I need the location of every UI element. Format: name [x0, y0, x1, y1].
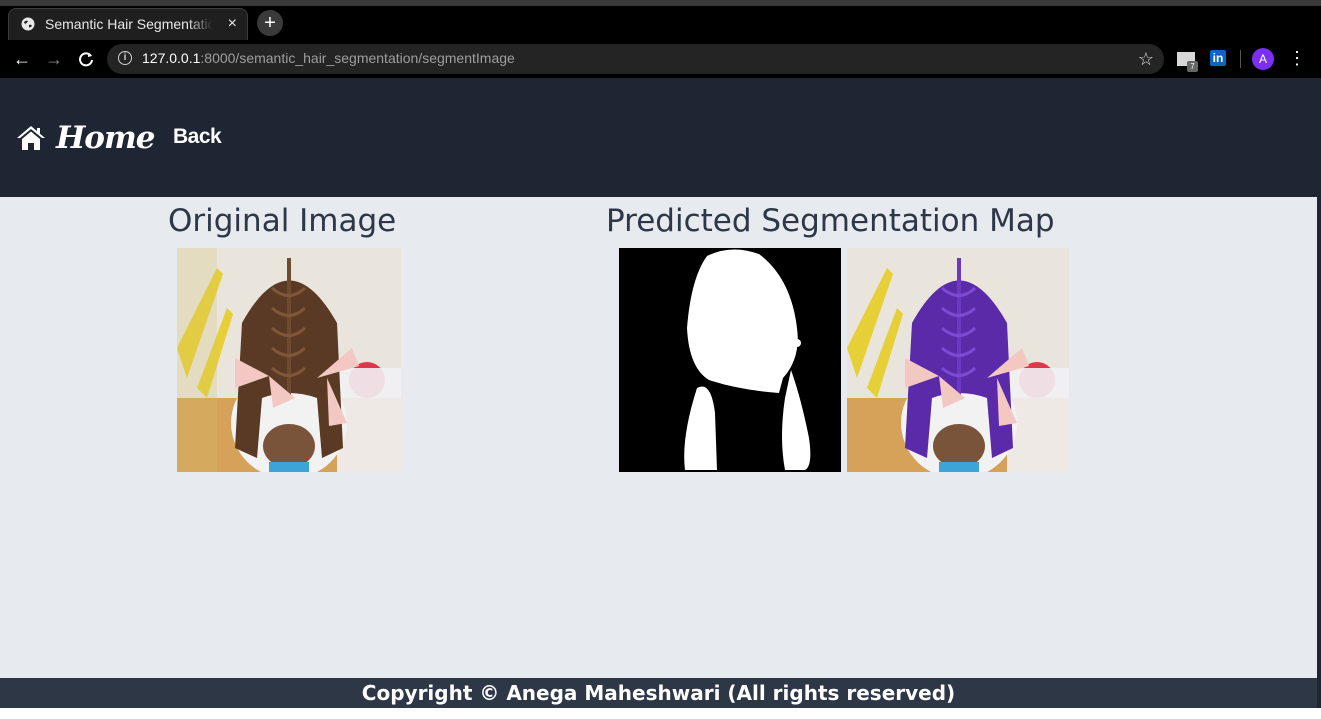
linkedin-extension-icon[interactable]: in	[1210, 50, 1226, 66]
globe-icon	[21, 17, 35, 31]
home-label: Home	[56, 120, 155, 156]
url-text[interactable]: 127.0.0.1:8000/semantic_hair_segmentatio…	[142, 50, 515, 66]
site-info-icon[interactable]: i	[118, 51, 132, 65]
bookmark-star-icon[interactable]: ☆	[1138, 49, 1154, 70]
browser-tab[interactable]: Semantic Hair Segmentation ×	[8, 8, 248, 40]
predicted-map-title: Predicted Segmentation Map	[606, 203, 1055, 239]
browser-menu-icon[interactable]: ⋮	[1288, 46, 1306, 70]
tab-bar: Semantic Hair Segmentation × +	[0, 6, 1321, 40]
toolbar-separator	[1240, 50, 1241, 68]
page-right-edge	[1317, 78, 1321, 719]
home-link[interactable]: Home	[16, 118, 155, 158]
mail-extension-icon[interactable]: 7	[1177, 52, 1198, 72]
address-bar[interactable]: i 127.0.0.1:8000/semantic_hair_segmentat…	[107, 44, 1164, 74]
mail-badge: 7	[1187, 61, 1198, 72]
back-link[interactable]: Back	[173, 125, 222, 149]
reload-icon[interactable]	[75, 48, 97, 70]
home-icon	[17, 126, 45, 150]
tab-title: Semantic Hair Segmentation	[45, 16, 213, 32]
hair-overlay-image	[847, 248, 1069, 472]
bottom-strip	[0, 708, 1321, 719]
back-arrow-icon[interactable]: ←	[11, 48, 33, 70]
new-tab-button[interactable]: +	[257, 10, 283, 36]
app-header: Home Back	[0, 78, 1317, 197]
profile-avatar[interactable]: A	[1252, 48, 1274, 70]
browser-toolbar: ← → i 127.0.0.1:8000/semantic_hair_segme…	[0, 40, 1321, 78]
original-image-title: Original Image	[168, 203, 397, 239]
copyright-footer: Copyright © Anega Maheshwari (All rights…	[0, 678, 1317, 708]
tab-close-icon[interactable]: ×	[228, 15, 237, 33]
forward-arrow-icon[interactable]: →	[43, 48, 65, 70]
original-image	[177, 248, 401, 472]
segmentation-mask-image	[619, 248, 841, 472]
